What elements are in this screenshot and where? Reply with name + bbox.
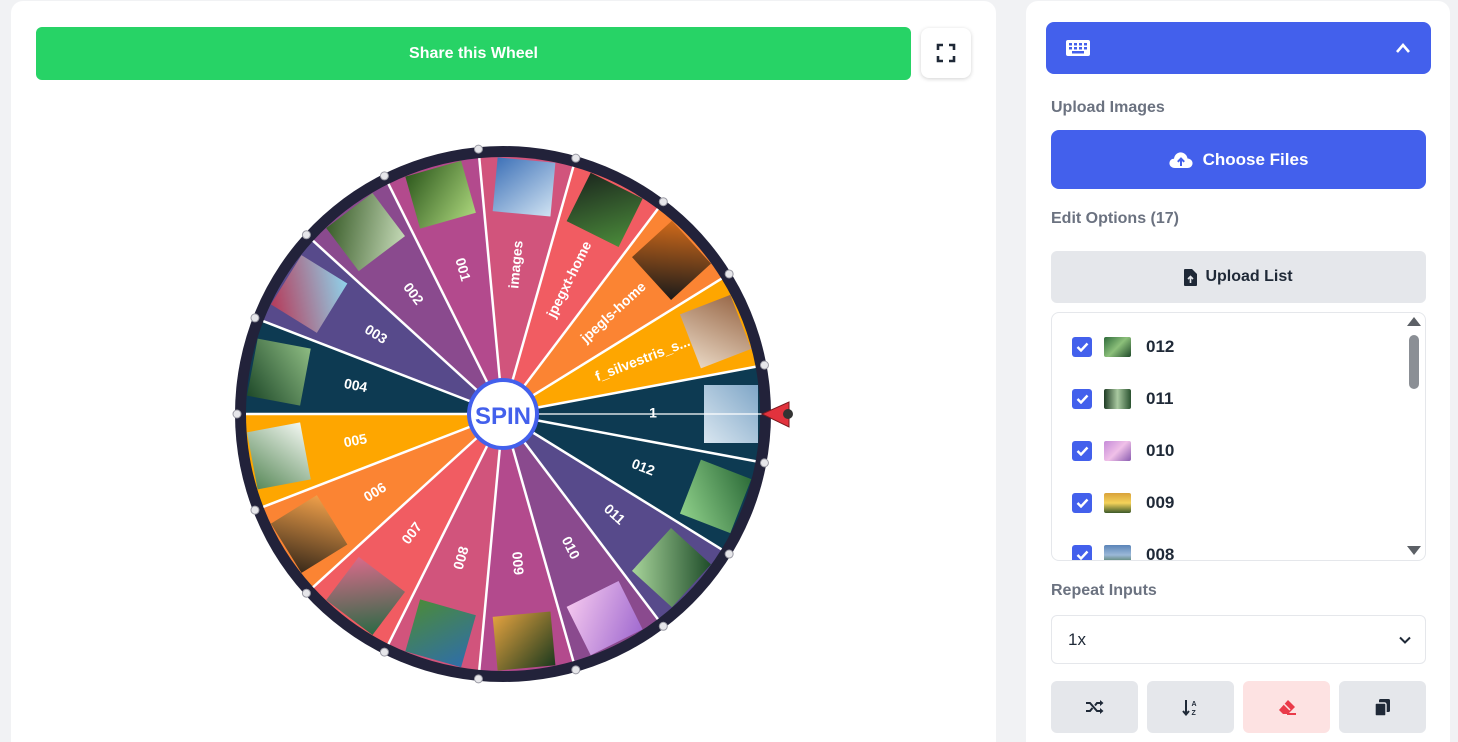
shuffle-icon	[1085, 700, 1103, 714]
list-item[interactable]: 010	[1072, 439, 1174, 463]
spin-label: SPIN	[475, 403, 531, 430]
upload-list-label: Upload List	[1205, 268, 1293, 285]
choose-files-button[interactable]: Choose Files	[1051, 130, 1426, 189]
list-item[interactable]: 012	[1072, 335, 1174, 359]
sort-icon: A Z	[1181, 699, 1196, 716]
upload-list-button[interactable]: Upload List	[1051, 251, 1426, 303]
shuffle-button[interactable]	[1051, 681, 1138, 733]
option-checkbox[interactable]	[1072, 337, 1092, 357]
check-icon	[1076, 498, 1088, 508]
wheel-peg	[250, 313, 260, 323]
segment-thumbnail	[492, 611, 556, 671]
copy-button[interactable]	[1339, 681, 1426, 733]
clear-button[interactable]	[1243, 681, 1330, 733]
scroll-up-arrow-icon[interactable]	[1407, 317, 1421, 326]
wheel-peg	[473, 674, 483, 684]
chevron-down-icon	[1399, 636, 1411, 644]
eraser-icon	[1278, 700, 1296, 715]
spin-button[interactable]: SPIN	[467, 378, 539, 450]
scrollbar-thumb[interactable]	[1409, 335, 1419, 389]
option-thumbnail	[1104, 493, 1131, 513]
repeat-inputs-label: Repeat Inputs	[1051, 582, 1157, 599]
edit-options-label: Edit Options (17)	[1051, 210, 1179, 227]
segment-thumbnail	[247, 338, 311, 406]
wheel-peg	[232, 409, 242, 419]
segment-thumbnail	[247, 422, 311, 490]
wheel-peg	[724, 269, 734, 279]
wheel-peg	[379, 647, 389, 657]
wheel-peg	[379, 171, 389, 181]
option-label: 012	[1146, 337, 1175, 356]
segment-label: 009	[509, 551, 527, 576]
wheel-peg	[301, 588, 311, 598]
option-label: 010	[1146, 441, 1175, 460]
option-checkbox[interactable]	[1072, 493, 1092, 513]
scroll-down-arrow-icon[interactable]	[1407, 546, 1421, 555]
wheel-peg	[571, 665, 581, 675]
segment-thumbnail	[492, 157, 556, 217]
options-scrollbar[interactable]	[1405, 313, 1425, 560]
copy-icon	[1375, 698, 1390, 716]
wheel-peg	[250, 505, 260, 515]
option-label: 011	[1146, 389, 1174, 408]
wheel-peg	[759, 360, 769, 370]
list-item[interactable]: 009	[1072, 491, 1174, 515]
option-thumbnail	[1104, 545, 1131, 560]
wheel-peg	[759, 458, 769, 468]
option-label: 008	[1146, 545, 1175, 561]
repeat-inputs-select[interactable]: 1x	[1051, 615, 1426, 664]
wheel-peg	[301, 230, 311, 240]
option-thumbnail	[1104, 389, 1131, 409]
option-thumbnail	[1104, 337, 1131, 357]
wheel-peg	[724, 549, 734, 559]
list-item[interactable]: 011	[1072, 387, 1173, 411]
keyboard-icon	[1066, 40, 1090, 56]
chevron-up-icon[interactable]	[1395, 42, 1411, 54]
wheel-peg	[658, 197, 668, 207]
cloud-upload-icon	[1169, 151, 1193, 168]
sort-button[interactable]: A Z	[1147, 681, 1234, 733]
svg-text:A: A	[1191, 701, 1196, 708]
wheel-peg	[571, 153, 581, 163]
check-icon	[1076, 394, 1088, 404]
options-list[interactable]: 012 011 010 009 008	[1051, 312, 1426, 561]
wheel[interactable]: 1012011010009008007006005004003002001 ima…	[0, 0, 1000, 742]
check-icon	[1076, 446, 1088, 456]
check-icon	[1076, 550, 1088, 560]
list-item[interactable]: 008	[1072, 543, 1175, 561]
option-checkbox[interactable]	[1072, 389, 1092, 409]
option-checkbox[interactable]	[1072, 545, 1092, 560]
option-thumbnail	[1104, 441, 1131, 461]
pointer-pin	[783, 409, 793, 419]
check-icon	[1076, 342, 1088, 352]
option-label: 009	[1146, 493, 1175, 512]
file-upload-icon	[1184, 268, 1198, 286]
wheel-peg	[473, 144, 483, 154]
choose-files-label: Choose Files	[1202, 149, 1309, 169]
svg-text:Z: Z	[1191, 710, 1196, 716]
wheel-peg	[658, 621, 668, 631]
upload-images-label: Upload Images	[1051, 99, 1165, 116]
repeat-select-value: 1x	[1068, 629, 1086, 649]
panel-header[interactable]	[1046, 22, 1431, 74]
option-checkbox[interactable]	[1072, 441, 1092, 461]
segment-label: 1	[649, 405, 657, 421]
